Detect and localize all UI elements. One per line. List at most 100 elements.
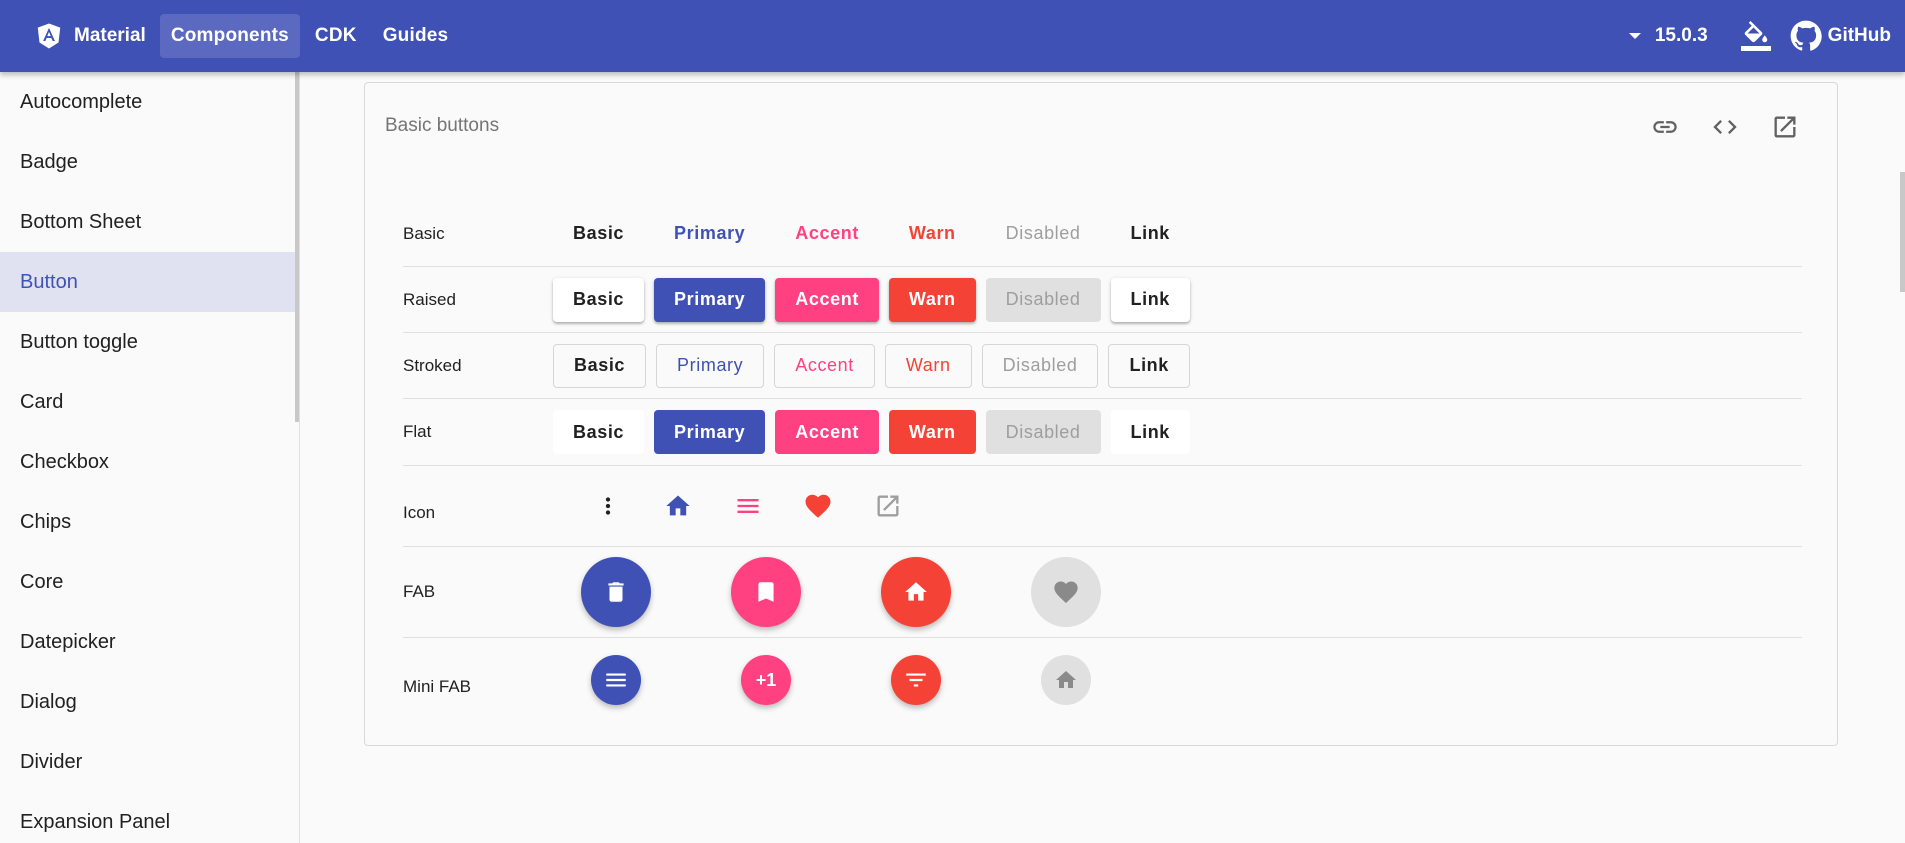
raised-warn-button[interactable]: Warn [888,277,976,322]
plus-one-icon: +1 [755,669,777,690]
home-link[interactable]: Material [30,14,156,58]
link-icon [1653,121,1677,133]
menu-icon [606,673,626,687]
bookmark-icon [758,582,774,602]
flat-accent-button[interactable]: Accent [775,410,879,454]
sidebar-item-badge[interactable]: Badge [0,132,299,192]
basic-primary-button[interactable]: Primary [654,212,765,256]
home-icon [905,582,927,601]
basic-link-button[interactable]: Link [1111,212,1190,256]
stroked-primary-button[interactable]: Primary [656,343,765,388]
flat-basic-button[interactable]: Basic [553,410,645,454]
open-in-new-icon [1774,116,1796,138]
row-label: Mini FAB [403,677,472,696]
sidebar-item-core[interactable]: Core [0,552,299,612]
sidebar-item-chips[interactable]: Chips [0,492,299,552]
top-toolbar: Material Components CDK Guides 15.0.3 Gi… [0,0,1905,72]
sidebar-item-button[interactable]: Button [0,252,299,312]
home-icon [1056,671,1076,688]
row-label: FAB [403,582,436,601]
filter-list-icon [906,673,926,687]
row-raised: Raised Basic Primary Accent Warn Disable… [403,267,1802,333]
github-icon [1790,20,1822,51]
main-scrollbar[interactable] [1900,172,1905,292]
example-card: Basic buttons Basic Basic Primary Accent… [364,82,1838,746]
nav-guides[interactable]: Guides [372,14,460,58]
sidebar-item-bottom-sheet[interactable]: Bottom Sheet [0,192,299,252]
basic-warn-button[interactable]: Warn [889,212,976,256]
sidebar-item-card[interactable]: Card [0,372,299,432]
code-icon [1713,120,1737,134]
sidebar-item-dialog[interactable]: Dialog [0,672,299,732]
basic-accent-button[interactable]: Accent [775,212,879,256]
dropdown-arrow-icon [1628,33,1641,39]
fab-home-button[interactable] [881,557,951,627]
row-mini-fab: Mini FAB +1 [403,638,1802,722]
row-fab: FAB [403,547,1802,638]
component-sidebar: Autocomplete Badge Bottom Sheet Button B… [0,72,300,843]
icon-button-home[interactable] [643,484,713,528]
row-label: Raised [403,289,456,309]
nav-components[interactable]: Components [159,14,300,58]
main-content: Basic buttons Basic Basic Primary Accent… [301,72,1905,843]
mini-fab-plus-one-button[interactable]: +1 [741,655,791,705]
stroked-link-button[interactable]: Link [1108,343,1190,388]
flat-link-button[interactable]: Link [1110,410,1190,454]
flat-disabled-button: Disabled [985,410,1101,454]
raised-accent-button[interactable]: Accent [775,277,879,322]
open-stackblitz-button[interactable] [1755,107,1815,147]
stroked-accent-button[interactable]: Accent [774,343,875,388]
basic-disabled-button: Disabled [1005,223,1081,243]
example-title: Basic buttons [385,115,500,136]
row-basic: Basic Basic Primary Accent Warn Disabled… [403,201,1802,267]
more-vert-icon [605,497,611,515]
favorite-icon [805,494,831,518]
delete-icon [608,582,624,602]
format-color-fill-icon [1740,21,1771,51]
version-picker[interactable]: 15.0.3 [1619,14,1718,58]
icon-button-menu[interactable] [713,484,783,528]
angular-logo-icon [37,23,61,49]
basic-basic-button[interactable]: Basic [553,212,644,256]
raised-disabled-button: Disabled [985,277,1101,322]
raised-basic-button[interactable]: Basic [553,277,645,322]
sidebar-scrollbar[interactable] [295,72,299,422]
stroked-basic-button[interactable]: Basic [553,343,647,388]
sidebar-item-autocomplete[interactable]: Autocomplete [0,72,299,132]
menu-icon [737,499,759,513]
sidebar-item-button-toggle[interactable]: Button toggle [0,312,299,372]
nav-cdk[interactable]: CDK [304,14,368,58]
row-label: Stroked [403,355,462,375]
raised-link-button[interactable]: Link [1110,277,1190,322]
stroked-warn-button[interactable]: Warn [884,343,972,388]
fab-favorite-disabled [1031,557,1101,627]
sidebar-item-datepicker[interactable]: Datepicker [0,612,299,672]
view-code-button[interactable] [1695,107,1755,147]
flat-primary-button[interactable]: Primary [654,410,766,454]
fab-delete-button[interactable] [581,557,651,627]
sidebar-item-expansion-panel[interactable]: Expansion Panel [0,792,299,843]
row-flat: Flat Basic Primary Accent Warn Disabled … [403,399,1802,466]
row-label: Basic [403,223,445,243]
fab-bookmark-button[interactable] [731,557,801,627]
favorite-icon [1054,581,1078,603]
row-label: Icon [403,503,436,522]
flat-warn-button[interactable]: Warn [888,410,976,454]
row-stroked: Stroked Basic Primary Accent Warn Disabl… [403,333,1802,399]
stroked-disabled-button: Disabled [981,343,1099,388]
raised-primary-button[interactable]: Primary [654,277,766,322]
version-label: 15.0.3 [1654,25,1708,46]
icon-button-more[interactable] [573,484,643,528]
sidebar-item-divider[interactable]: Divider [0,732,299,792]
sidebar-item-checkbox[interactable]: Checkbox [0,432,299,492]
github-label: GitHub [1827,25,1891,46]
icon-button-favorite[interactable] [783,484,853,528]
mini-fab-menu-button[interactable] [591,655,641,705]
row-label: Flat [403,422,432,441]
mini-fab-filter-button[interactable] [891,655,941,705]
link-button[interactable] [1635,107,1695,147]
github-link[interactable]: GitHub [1790,14,1891,58]
row-icon: Icon [403,466,1802,547]
home-icon [666,495,690,516]
theme-picker-button[interactable] [1732,14,1780,58]
